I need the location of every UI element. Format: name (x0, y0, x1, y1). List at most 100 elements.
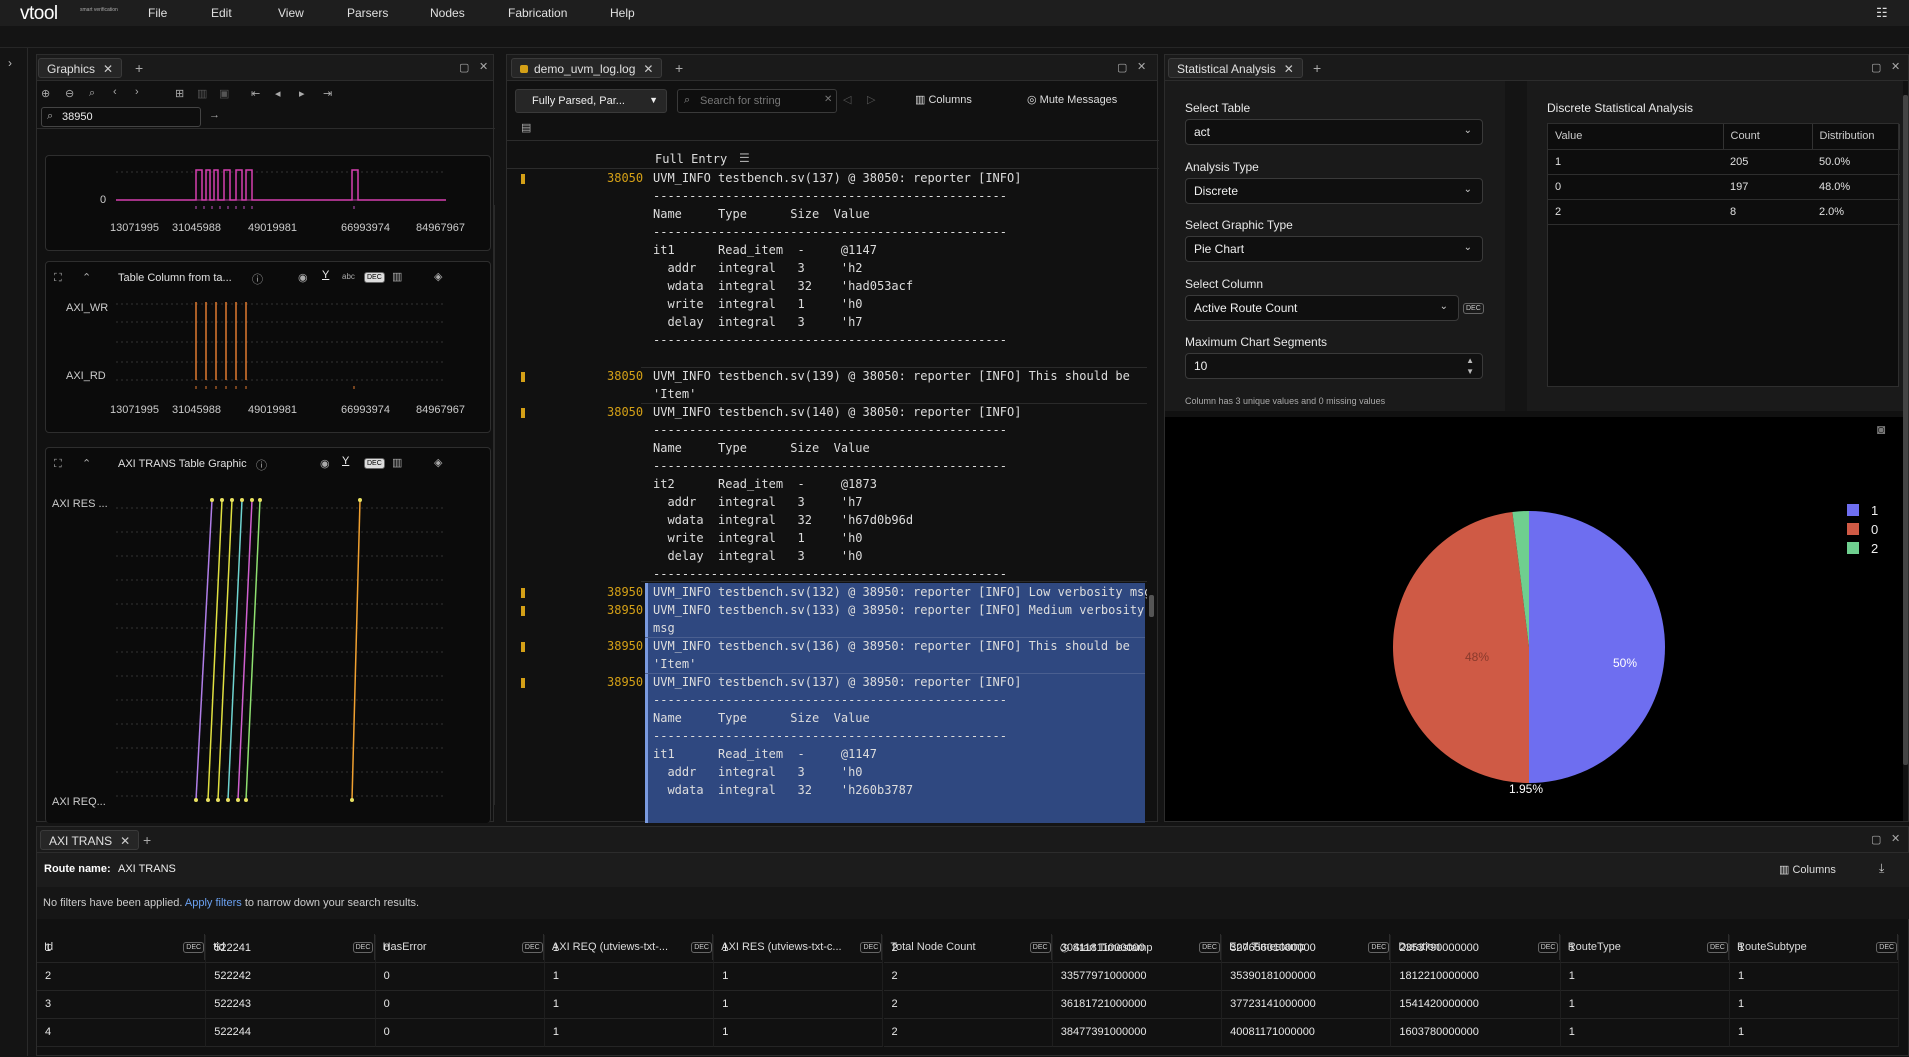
collapse-icon[interactable]: ⌃ (82, 271, 91, 284)
log-row[interactable]: 38950 UVM_INFO testbench.sv(136) @ 38950:… (507, 637, 1130, 673)
table-cell[interactable]: 4 (37, 1019, 207, 1047)
table-cell[interactable]: 1 (37, 935, 207, 963)
layout-settings-icon[interactable]: ☷ (1876, 5, 1888, 21)
table-cell[interactable]: 2353790000000 (1391, 935, 1561, 963)
add-tab-icon[interactable]: + (135, 60, 143, 76)
columns-button[interactable]: ▥ Columns (1779, 863, 1836, 876)
pie-slice-1[interactable] (1529, 511, 1665, 783)
table-cell[interactable]: 38477391000000 (1052, 1019, 1223, 1047)
menu-parsers[interactable]: Parsers (347, 6, 388, 20)
parse-filter-select[interactable]: Fully Parsed, Par... ▼ (515, 89, 667, 113)
col-header-value[interactable]: Value (1548, 124, 1724, 150)
table-cell[interactable]: 1 (544, 1019, 715, 1047)
collapse-icon[interactable]: ⌃ (82, 457, 91, 470)
stats-scrollbar[interactable] (1903, 95, 1908, 765)
close-panel-icon[interactable]: ✕ (1891, 832, 1900, 845)
legend-item[interactable]: 0 (1847, 522, 1878, 541)
prev-icon[interactable]: ◂ (275, 87, 281, 100)
log-row[interactable]: 38950 UVM_INFO testbench.sv(137) @ 38950:… (507, 673, 1022, 823)
log-row[interactable]: 38050 UVM_INFO testbench.sv(140) @ 38050:… (507, 403, 1022, 601)
info-icon[interactable]: ⓘ (252, 271, 263, 287)
graphic-type-dropdown[interactable]: Pie Chart ⌄ (1185, 236, 1483, 262)
table-cell[interactable]: 36181721000000 (1052, 991, 1223, 1019)
back-icon[interactable]: ‹ (113, 86, 117, 98)
zoom-in-icon[interactable]: ⊕ (41, 87, 50, 100)
tab-log[interactable]: demo_uvm_log.log ✕ (511, 58, 663, 78)
expand-sidebar-icon[interactable]: › (8, 56, 12, 70)
close-panel-icon[interactable]: ✕ (1137, 60, 1146, 73)
bar-chart-icon[interactable]: ▥ (392, 270, 402, 283)
table-cell[interactable]: 35390181000000 (1222, 963, 1392, 991)
maximize-icon[interactable]: ▢ (459, 61, 469, 74)
document-icon[interactable]: ▤ (521, 121, 531, 134)
table-cell[interactable]: 1 (1730, 963, 1900, 991)
table-cell[interactable]: 0 (375, 991, 545, 1019)
dec-icon[interactable]: DEC (364, 458, 385, 469)
table-cell[interactable]: 1 (1560, 935, 1730, 963)
layers-icon[interactable]: ◈ (434, 456, 442, 469)
table-cell[interactable]: 1 (1730, 991, 1900, 1019)
mute-messages-button[interactable]: ◎ Mute Messages (1027, 93, 1117, 106)
table-row[interactable]: 1 205 50.0% (1548, 149, 1900, 175)
tab-axi-trans[interactable]: AXI TRANS ✕ (40, 830, 140, 850)
drag-handle-icon[interactable]: ⛶ (54, 458, 62, 471)
table-cell[interactable]: 2 (883, 991, 1053, 1019)
table-cell[interactable]: 32765601000000 (1222, 935, 1392, 963)
table-cell[interactable]: 37723141000000 (1222, 991, 1392, 1019)
layers-icon[interactable]: ◈ (434, 270, 442, 283)
first-icon[interactable]: ⇤ (251, 87, 260, 100)
table-cell[interactable]: 1 (544, 991, 715, 1019)
go-arrow-icon[interactable]: → (209, 109, 220, 121)
dec-icon[interactable]: DEC (364, 272, 385, 283)
log-row[interactable]: 38950 UVM_INFO testbench.sv(132) @ 38950:… (507, 583, 1147, 601)
log-row[interactable]: 38050 UVM_INFO testbench.sv(137) @ 38050:… (507, 169, 1022, 367)
table-cell[interactable]: 3 (37, 991, 207, 1019)
table-cell[interactable]: 1 (1730, 935, 1900, 963)
prev-match-icon[interactable]: ◁ (843, 93, 851, 106)
maximize-icon[interactable]: ▢ (1117, 61, 1127, 74)
table-cell[interactable]: 0 (375, 935, 545, 963)
table-cell[interactable]: 1 (714, 991, 884, 1019)
add-tab-icon[interactable]: + (143, 832, 151, 848)
table-cell[interactable]: 33577971000000 (1052, 963, 1223, 991)
segments-stepper[interactable]: 10 ▲ ▼ (1185, 353, 1483, 379)
close-icon[interactable]: ✕ (120, 834, 130, 848)
time-search-input[interactable]: ⌕ 38950 (41, 107, 201, 127)
menu-file[interactable]: File (148, 6, 167, 20)
select-table-dropdown[interactable]: act ⌄ (1185, 119, 1483, 145)
log-scrollbar-thumb[interactable] (1149, 595, 1154, 617)
zoom-fit-icon[interactable]: ⌕ (89, 87, 95, 100)
eye-icon[interactable]: ◉ (320, 457, 330, 470)
table-cell[interactable]: 30411811000000 (1052, 935, 1223, 963)
col-header-distribution[interactable]: Distribution (1812, 124, 1900, 150)
maximize-icon[interactable]: ▢ (1871, 61, 1881, 74)
last-icon[interactable]: ⇥ (323, 87, 332, 100)
next-match-icon[interactable]: ▷ (867, 93, 875, 106)
table-cell[interactable]: 2 (37, 963, 207, 991)
y-axis-icon[interactable]: Y (342, 455, 349, 467)
splitter[interactable] (1505, 81, 1527, 411)
copy-icon[interactable]: ▣ (219, 87, 229, 100)
table-cell[interactable]: 522242 (206, 963, 376, 991)
table-cell[interactable]: 522241 (206, 935, 376, 963)
download-icon[interactable]: ⤓ (1879, 861, 1884, 876)
table-cell[interactable]: 0 (375, 963, 545, 991)
grid-icon[interactable]: ⊞ (175, 87, 184, 100)
drag-handle-icon[interactable]: ⛶ (54, 272, 62, 285)
menu-nodes[interactable]: Nodes (430, 6, 465, 20)
columns-button[interactable]: ▥ Columns (915, 93, 972, 106)
dec-icon[interactable]: DEC (1463, 303, 1484, 314)
close-icon[interactable]: ✕ (643, 62, 653, 76)
col-header-count[interactable]: Count (1723, 124, 1813, 150)
tab-graphics[interactable]: Graphics ✕ (38, 58, 123, 78)
log-row[interactable]: 38950 UVM_INFO testbench.sv(133) @ 38950:… (507, 601, 1144, 637)
close-icon[interactable]: ✕ (1284, 62, 1294, 76)
table-cell[interactable]: 1 (1730, 1019, 1900, 1047)
eye-icon[interactable]: ◉ (298, 271, 308, 284)
table-cell[interactable]: 1 (544, 935, 715, 963)
legend-item[interactable]: 2 (1847, 541, 1878, 560)
close-panel-icon[interactable]: ✕ (479, 60, 488, 73)
bar-chart-icon[interactable]: ▥ (392, 456, 402, 469)
table-row[interactable]: 0 197 48.0% (1548, 174, 1900, 200)
menu-view[interactable]: View (278, 6, 304, 20)
